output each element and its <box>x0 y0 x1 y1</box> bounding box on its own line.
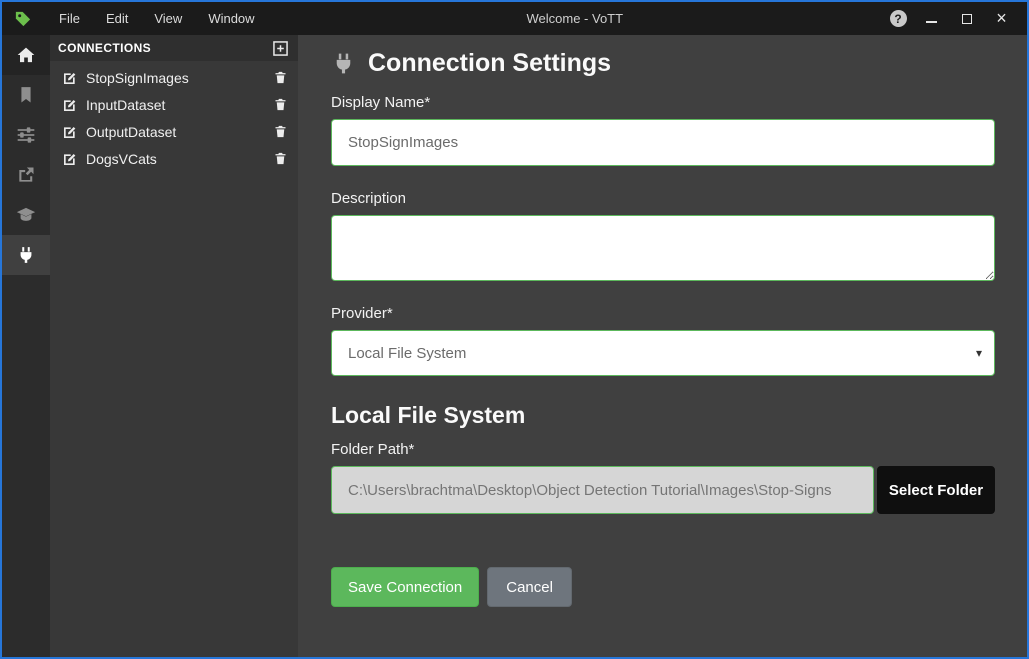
menu-view[interactable]: View <box>141 2 195 35</box>
description-label: Description <box>331 190 995 207</box>
app-window: File Edit View Window Welcome - VoTT ? × <box>0 0 1029 659</box>
provider-section-title: Local File System <box>331 402 995 429</box>
trash-icon[interactable] <box>273 70 288 85</box>
save-connection-button[interactable]: Save Connection <box>331 567 479 607</box>
export-icon <box>16 165 36 185</box>
form-actions: Save Connection Cancel <box>331 567 995 607</box>
connection-name: InputDataset <box>86 97 265 113</box>
app-body: CONNECTIONS StopSignIma <box>2 35 1027 657</box>
edit-icon[interactable] <box>62 124 78 140</box>
connection-list-item[interactable]: DogsVCats <box>50 145 298 172</box>
plus-square-icon <box>273 41 288 56</box>
connection-list-item[interactable]: StopSignImages <box>50 64 298 91</box>
menu-file[interactable]: File <box>46 2 93 35</box>
bookmark-icon <box>16 85 36 105</box>
sliders-icon <box>16 125 36 145</box>
sidebar-item-tags[interactable] <box>2 75 50 115</box>
folder-path-row: Select Folder <box>331 466 995 514</box>
edit-icon[interactable] <box>62 151 78 167</box>
connections-panel: CONNECTIONS StopSignIma <box>50 35 298 657</box>
window-title: Welcome - VoTT <box>268 11 882 26</box>
page-title-row: Connection Settings <box>331 49 995 78</box>
folder-path-label: Folder Path* <box>331 441 995 458</box>
home-icon <box>16 45 36 65</box>
trash-icon[interactable] <box>273 124 288 139</box>
help-icon: ? <box>890 10 907 27</box>
connection-name: OutputDataset <box>86 124 265 140</box>
minimize-button[interactable] <box>914 2 949 35</box>
connection-name: DogsVCats <box>86 151 265 167</box>
minimize-icon <box>926 21 937 23</box>
description-input[interactable] <box>331 215 995 281</box>
provider-label: Provider* <box>331 305 995 322</box>
close-button[interactable]: × <box>984 2 1019 35</box>
maximize-icon <box>962 14 972 24</box>
provider-select-wrap: Local File System ▾ <box>331 330 995 376</box>
edit-icon[interactable] <box>62 70 78 86</box>
add-connection-button[interactable] <box>273 41 288 56</box>
sidebar-item-export[interactable] <box>2 155 50 195</box>
plug-icon <box>16 245 36 265</box>
cancel-button[interactable]: Cancel <box>487 567 572 607</box>
sidebar <box>2 35 50 657</box>
display-name-label: Display Name* <box>331 94 995 111</box>
menubar: File Edit View Window <box>46 2 268 35</box>
menu-window[interactable]: Window <box>195 2 267 35</box>
select-folder-button[interactable]: Select Folder <box>877 466 995 514</box>
sidebar-item-home[interactable] <box>2 35 50 75</box>
plug-icon <box>331 51 356 76</box>
menu-edit[interactable]: Edit <box>93 2 141 35</box>
connection-form: Display Name* Description Provider* Loca… <box>331 94 995 607</box>
folder-path-input[interactable] <box>331 466 874 514</box>
connections-list: StopSignImages I <box>50 64 298 172</box>
connection-settings-page: Connection Settings Display Name* Descri… <box>298 35 1027 657</box>
titlebar: File Edit View Window Welcome - VoTT ? × <box>2 2 1027 35</box>
maximize-button[interactable] <box>949 2 984 35</box>
help-button[interactable]: ? <box>882 10 914 27</box>
trash-icon[interactable] <box>273 97 288 112</box>
sidebar-item-learn[interactable] <box>2 195 50 235</box>
connection-list-item[interactable]: InputDataset <box>50 91 298 118</box>
vott-logo-icon <box>14 10 32 28</box>
connections-header-title: CONNECTIONS <box>58 41 273 55</box>
edit-icon[interactable] <box>62 97 78 113</box>
display-name-input[interactable] <box>331 119 995 166</box>
sidebar-item-connections[interactable] <box>2 235 50 275</box>
connection-list-item[interactable]: OutputDataset <box>50 118 298 145</box>
graduation-cap-icon <box>16 205 36 225</box>
provider-select[interactable]: Local File System <box>331 330 995 376</box>
page-title: Connection Settings <box>368 49 611 78</box>
sidebar-item-settings[interactable] <box>2 115 50 155</box>
window-controls: ? × <box>882 2 1019 35</box>
connections-panel-header: CONNECTIONS <box>50 35 298 61</box>
connection-name: StopSignImages <box>86 70 265 86</box>
trash-icon[interactable] <box>273 151 288 166</box>
